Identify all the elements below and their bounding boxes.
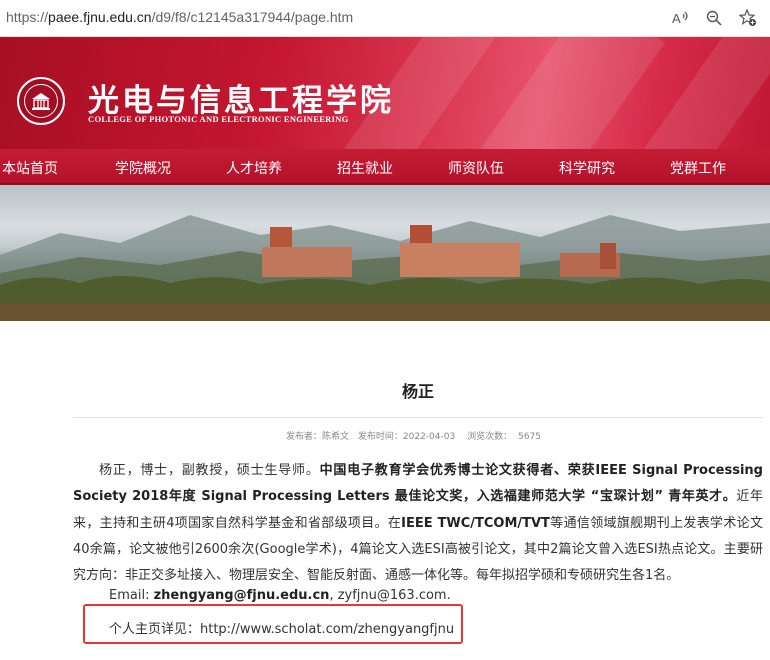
nav-item-research[interactable]: 科学研究 xyxy=(559,158,615,178)
article-title: 杨正 xyxy=(401,382,434,401)
email-primary[interactable]: zhengyang@fjnu.edu.cn xyxy=(154,588,330,603)
nav-item-about[interactable]: 学院概况 xyxy=(115,158,171,178)
homepage-link[interactable]: 个人主页详见：http://www.scholat.com/zhengyangf… xyxy=(109,618,454,637)
site-header: 光电与信息工程学院 COLLEGE OF PHOTONIC AND ELECTR… xyxy=(0,37,770,149)
meta-views-count: 5675 xyxy=(518,432,541,442)
meta-date: 发布时间：2022-04-03 xyxy=(357,432,456,442)
nav-item-party[interactable]: 党群工作 xyxy=(670,158,726,178)
url-host: paee.fjnu.edu.cn xyxy=(48,9,152,25)
nav-item-education[interactable]: 人才培养 xyxy=(226,158,282,178)
url-field[interactable]: https://paee.fjnu.edu.cn/d9/f8/c12145a31… xyxy=(6,9,353,25)
meta-publisher: 发布者：陈希文 xyxy=(286,432,350,442)
bio-intro: 杨正，博士，副教授，硕士生导师。 xyxy=(99,463,320,478)
email-label: Email: xyxy=(109,588,154,603)
url-prefix: https:// xyxy=(6,9,49,25)
nav-item-admissions[interactable]: 招生就业 xyxy=(337,158,393,178)
main-nav: 本站首页 学院概况 人才培养 招生就业 师资队伍 科学研究 党群工作 xyxy=(0,149,770,185)
site-subtitle: COLLEGE OF PHOTONIC AND ELECTRONIC ENGIN… xyxy=(88,114,349,124)
email-line: Email: zhengyang@fjnu.edu.cn, zyfjnu@163… xyxy=(109,588,451,603)
zoom-icon[interactable] xyxy=(702,6,726,30)
building-icon xyxy=(32,93,50,110)
favorite-icon[interactable] xyxy=(736,6,760,30)
meta-views-label: 浏览次数： xyxy=(467,432,513,442)
nav-item-faculty[interactable]: 师资队伍 xyxy=(448,158,504,178)
meta-views: 浏览次数： 5675 xyxy=(464,432,544,442)
bio-journals: IEEE TWC/TCOM/TVT xyxy=(401,515,550,531)
campus-banner-image xyxy=(0,185,770,321)
article-meta: 发布者：陈希文 发布时间：2022-04-03 浏览次数： 5675 xyxy=(0,429,770,442)
bio-paragraph: 杨正，博士，副教授，硕士生导师。中国电子教育学会优秀博士论文获得者、荣获IEEE… xyxy=(73,458,763,589)
read-aloud-icon[interactable]: A xyxy=(668,6,692,30)
browser-address-bar: https://paee.fjnu.edu.cn/d9/f8/c12145a31… xyxy=(0,0,770,37)
article-body: 杨正，博士，副教授，硕士生导师。中国电子教育学会优秀博士论文获得者、荣获IEEE… xyxy=(73,458,763,589)
url-path: /d9/f8/c12145a317944/page.htm xyxy=(151,9,354,25)
svg-text:A: A xyxy=(672,11,681,26)
nav-item-home[interactable]: 本站首页 xyxy=(2,158,58,178)
university-seal-logo[interactable] xyxy=(17,77,65,125)
email-secondary[interactable]: , zyfjnu@163.com. xyxy=(329,588,450,603)
title-divider xyxy=(73,417,763,418)
header-decoration xyxy=(465,37,665,149)
